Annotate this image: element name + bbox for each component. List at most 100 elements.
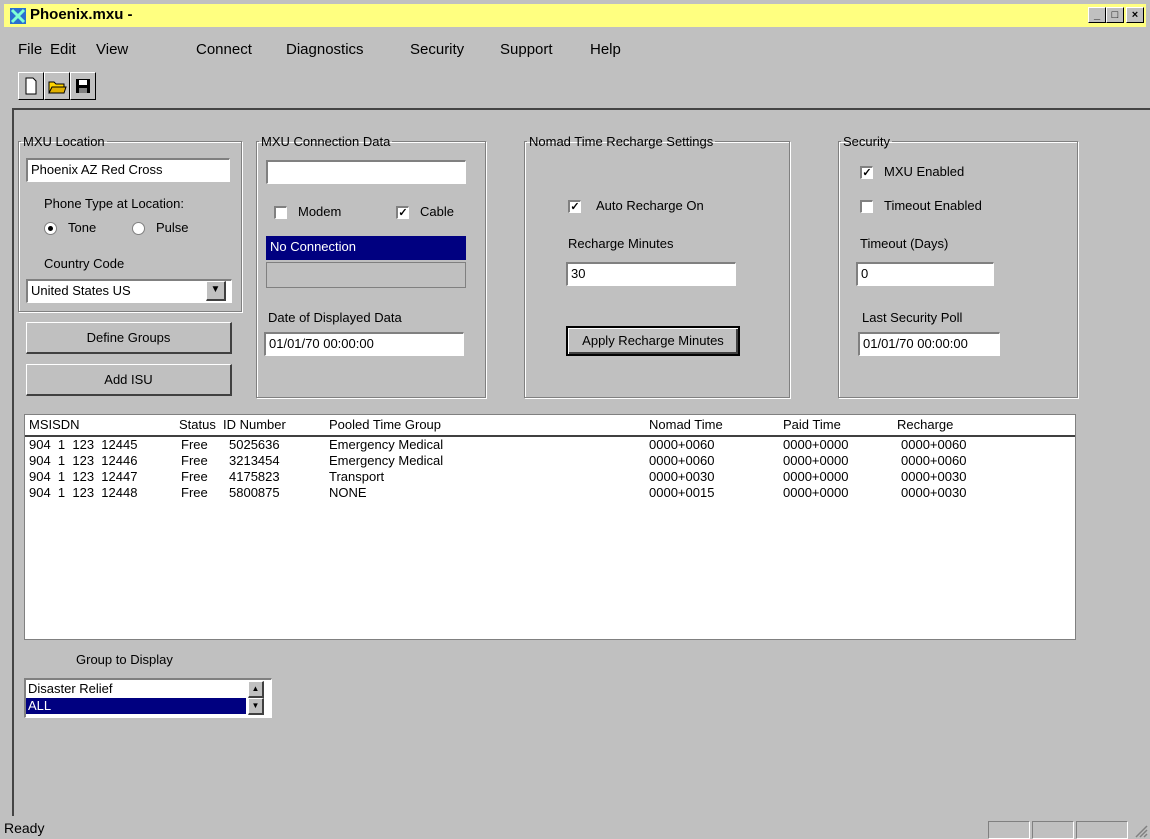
cell-msisdn: 904 1 123 12447	[29, 469, 138, 484]
cell-status: Free	[181, 469, 208, 484]
date-displayed-field[interactable]: 01/01/70 00:00:00	[264, 332, 464, 356]
col-nomad-time[interactable]: Nomad Time	[649, 417, 723, 432]
country-code-label: Country Code	[44, 256, 125, 271]
cell-recharge: 0000+0030	[901, 469, 967, 484]
apply-recharge-button[interactable]: Apply Recharge Minutes	[566, 326, 740, 356]
scroll-down-button[interactable]: ▼	[248, 698, 264, 715]
chevron-up-icon: ▲	[251, 684, 260, 693]
recharge-settings-legend: Nomad Time Recharge Settings	[529, 134, 714, 149]
group-display-list[interactable]: Disaster Relief ALL ▲ ▼	[24, 678, 272, 718]
col-recharge[interactable]: Recharge	[897, 417, 953, 432]
title-bar: Phoenix.mxu - _ □ ×	[4, 4, 1146, 27]
col-id-number[interactable]: ID Number	[223, 417, 286, 432]
table-row[interactable]: 904 1 123 12448 Free 5800875 NONE 0000+0015 0…	[25, 485, 1075, 501]
status-panel-3	[1076, 821, 1128, 839]
phone-type-label: Phone Type at Location:	[44, 196, 184, 211]
cell-status: Free	[181, 453, 208, 468]
open-file-button[interactable]	[44, 72, 70, 100]
menu-help[interactable]: Help	[590, 41, 621, 58]
cell-paid-time: 0000+0000	[783, 453, 849, 468]
cell-nomad-time: 0000+0030	[649, 469, 715, 484]
modem-label: Modem	[298, 204, 342, 219]
table-row[interactable]: 904 1 123 12447 Free 4175823 Transport 0000+…	[25, 469, 1075, 485]
close-button[interactable]: ×	[1126, 7, 1144, 23]
menu-connect[interactable]: Connect	[196, 41, 252, 58]
pulse-radio[interactable]	[132, 222, 145, 235]
cell-msisdn: 904 1 123 12445	[29, 437, 138, 452]
mxu-enabled-checkbox[interactable]: ✓	[860, 166, 873, 179]
auto-recharge-label: Auto Recharge On	[596, 198, 704, 213]
menu-support[interactable]: Support	[500, 41, 553, 58]
new-file-button[interactable]	[18, 72, 44, 100]
cell-id-number: 4175823	[229, 469, 280, 484]
cell-pooled-group: Emergency Medical	[329, 453, 444, 468]
tone-label: Tone	[68, 220, 97, 235]
isu-list-header: MSISDN Status ID Number Pooled Time Grou…	[25, 415, 1075, 437]
mxu-connection-legend: MXU Connection Data	[261, 134, 391, 149]
cell-paid-time: 0000+0000	[783, 437, 849, 452]
pulse-label: Pulse	[156, 220, 189, 235]
cell-msisdn: 904 1 123 12448	[29, 485, 138, 500]
tone-radio[interactable]	[44, 222, 57, 235]
cell-nomad-time: 0000+0060	[649, 437, 715, 452]
cell-id-number: 3213454	[229, 453, 280, 468]
minimize-button[interactable]: _	[1088, 7, 1106, 23]
group-display-label: Group to Display	[76, 652, 173, 667]
status-panel-1	[988, 821, 1030, 839]
cable-checkbox[interactable]: ✓	[396, 206, 409, 219]
menu-bar: File Edit View Connect Diagnostics Secur…	[4, 27, 1146, 63]
col-pooled-time-group[interactable]: Pooled Time Group	[329, 417, 441, 432]
cell-nomad-time: 0000+0060	[649, 453, 715, 468]
resize-grip-icon[interactable]	[1132, 822, 1148, 838]
menu-diagnostics[interactable]: Diagnostics	[286, 41, 364, 58]
last-security-poll-label: Last Security Poll	[862, 310, 963, 325]
chevron-down-icon: ▼	[251, 701, 260, 710]
save-disk-icon	[76, 79, 90, 93]
menu-security[interactable]: Security	[410, 41, 464, 58]
save-file-button[interactable]	[70, 72, 96, 100]
cell-msisdn: 904 1 123 12446	[29, 453, 138, 468]
table-row[interactable]: 904 1 123 12446 Free 3213454 Emergency Medi…	[25, 453, 1075, 469]
last-security-poll-field[interactable]: 01/01/70 00:00:00	[858, 332, 1000, 356]
add-isu-button[interactable]: Add ISU	[26, 364, 232, 396]
menu-view[interactable]: View	[96, 41, 128, 58]
new-file-icon	[25, 77, 37, 95]
location-name-input[interactable]: Phoenix AZ Red Cross	[26, 158, 230, 182]
timeout-enabled-label: Timeout Enabled	[884, 198, 982, 213]
maximize-button[interactable]: □	[1106, 7, 1124, 23]
country-code-select[interactable]: United States US	[26, 279, 232, 303]
timeout-enabled-checkbox[interactable]	[860, 200, 873, 213]
col-paid-time[interactable]: Paid Time	[783, 417, 841, 432]
connection-data-input[interactable]	[266, 160, 466, 184]
col-status[interactable]: Status	[179, 417, 216, 432]
cell-nomad-time: 0000+0015	[649, 485, 715, 500]
modem-checkbox[interactable]	[274, 206, 287, 219]
scroll-up-button[interactable]: ▲	[248, 681, 264, 698]
cell-id-number: 5800875	[229, 485, 280, 500]
cell-pooled-group: Emergency Medical	[329, 437, 444, 452]
cell-status: Free	[181, 485, 208, 500]
define-groups-button[interactable]: Define Groups	[26, 322, 232, 354]
mxu-location-legend: MXU Location	[23, 134, 105, 149]
isu-list[interactable]: MSISDN Status ID Number Pooled Time Grou…	[24, 414, 1076, 640]
menu-file[interactable]: File	[18, 41, 42, 58]
menu-edit[interactable]: Edit	[50, 41, 76, 58]
cell-id-number: 5025636	[229, 437, 280, 452]
table-row[interactable]: 904 1 123 12445 Free 5025636 Emergency Medi…	[25, 437, 1075, 453]
chevron-down-icon: ▼	[210, 284, 221, 295]
app-icon[interactable]	[10, 8, 26, 24]
group-option-all[interactable]: ALL	[26, 698, 246, 714]
recharge-minutes-input[interactable]: 30	[566, 262, 736, 286]
cable-label: Cable	[420, 204, 454, 219]
cell-recharge: 0000+0030	[901, 485, 967, 500]
auto-recharge-checkbox[interactable]: ✓	[568, 200, 581, 213]
col-msisdn[interactable]: MSISDN	[29, 417, 80, 432]
connection-progress-bar	[266, 262, 466, 288]
status-panel-2	[1032, 821, 1074, 839]
mxu-enabled-label: MXU Enabled	[884, 164, 965, 179]
open-folder-icon	[48, 81, 67, 94]
timeout-days-input[interactable]: 0	[856, 262, 994, 286]
country-dropdown-button[interactable]: ▼	[206, 281, 226, 301]
group-option-disaster-relief[interactable]: Disaster Relief	[28, 681, 244, 697]
recharge-minutes-label: Recharge Minutes	[568, 236, 674, 251]
